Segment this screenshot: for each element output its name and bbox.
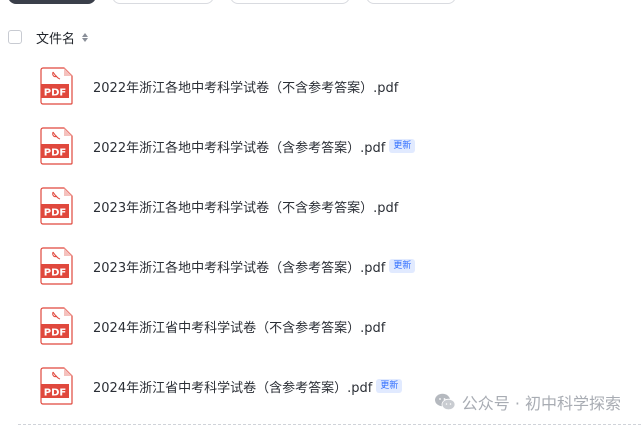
file-row[interactable]: PDF 2023年浙江各地中考科学试卷（不含参考答案）.pdf	[0, 176, 641, 236]
pdf-icon-label: PDF	[44, 88, 66, 99]
column-header-label: 文件名	[36, 32, 76, 47]
toolbar-primary-button[interactable]	[8, 0, 96, 4]
pdf-icon-label: PDF	[44, 268, 66, 279]
toolbar-button-2[interactable]	[112, 0, 214, 4]
select-all-checkbox[interactable]	[8, 30, 22, 44]
file-name[interactable]: 2024年浙江省中考科学试卷（不含参考答案）.pdf	[93, 296, 385, 356]
toolbar-button-4[interactable]	[366, 0, 456, 4]
file-row[interactable]: PDF 2024年浙江省中考科学试卷（不含参考答案）.pdf	[0, 296, 641, 356]
pdf-icon-label: PDF	[44, 208, 66, 219]
pdf-icon-label: PDF	[44, 388, 66, 399]
pdf-icon: PDF	[40, 247, 73, 285]
file-name[interactable]: 2022年浙江各地中考科学试卷（不含参考答案）.pdf	[93, 56, 398, 116]
pdf-icon: PDF	[40, 127, 73, 165]
toolbar-button-3[interactable]	[230, 0, 350, 4]
file-list: PDF 2022年浙江各地中考科学试卷（不含参考答案）.pdf PDF 2022…	[0, 56, 641, 416]
pdf-icon: PDF	[40, 67, 73, 105]
file-list-page: 文件名 PDF 2022年浙江各地中考科学试卷（不含参考答案）.pdf PDF …	[0, 0, 641, 429]
list-bottom-divider	[18, 424, 641, 425]
watermark-text: 公众号 · 初中科学探索	[461, 394, 621, 413]
file-name[interactable]: 2024年浙江省中考科学试卷（含参考答案）.pdf 更新	[93, 356, 403, 416]
file-name[interactable]: 2022年浙江各地中考科学试卷（含参考答案）.pdf 更新	[93, 116, 416, 176]
pdf-icon-label: PDF	[44, 148, 66, 159]
file-name[interactable]: 2023年浙江各地中考科学试卷（含参考答案）.pdf 更新	[93, 236, 416, 296]
column-header-filename[interactable]: 文件名	[36, 28, 89, 47]
updated-badge: 更新	[389, 259, 416, 273]
updated-badge: 更新	[389, 139, 416, 153]
wechat-logo-icon	[434, 393, 456, 411]
file-row[interactable]: PDF 2022年浙江各地中考科学试卷（含参考答案）.pdf 更新	[0, 116, 641, 176]
pdf-icon: PDF	[40, 367, 73, 405]
pdf-icon: PDF	[40, 307, 73, 345]
pdf-icon-label: PDF	[44, 328, 66, 339]
file-row[interactable]: PDF 2022年浙江各地中考科学试卷（不含参考答案）.pdf	[0, 56, 641, 116]
pdf-icon: PDF	[40, 187, 73, 225]
updated-badge: 更新	[376, 379, 403, 393]
watermark: 公众号 · 初中科学探索	[434, 390, 621, 414]
file-row[interactable]: PDF 2023年浙江各地中考科学试卷（含参考答案）.pdf 更新	[0, 236, 641, 296]
file-name[interactable]: 2023年浙江各地中考科学试卷（不含参考答案）.pdf	[93, 176, 398, 236]
sort-icon[interactable]	[82, 33, 89, 42]
